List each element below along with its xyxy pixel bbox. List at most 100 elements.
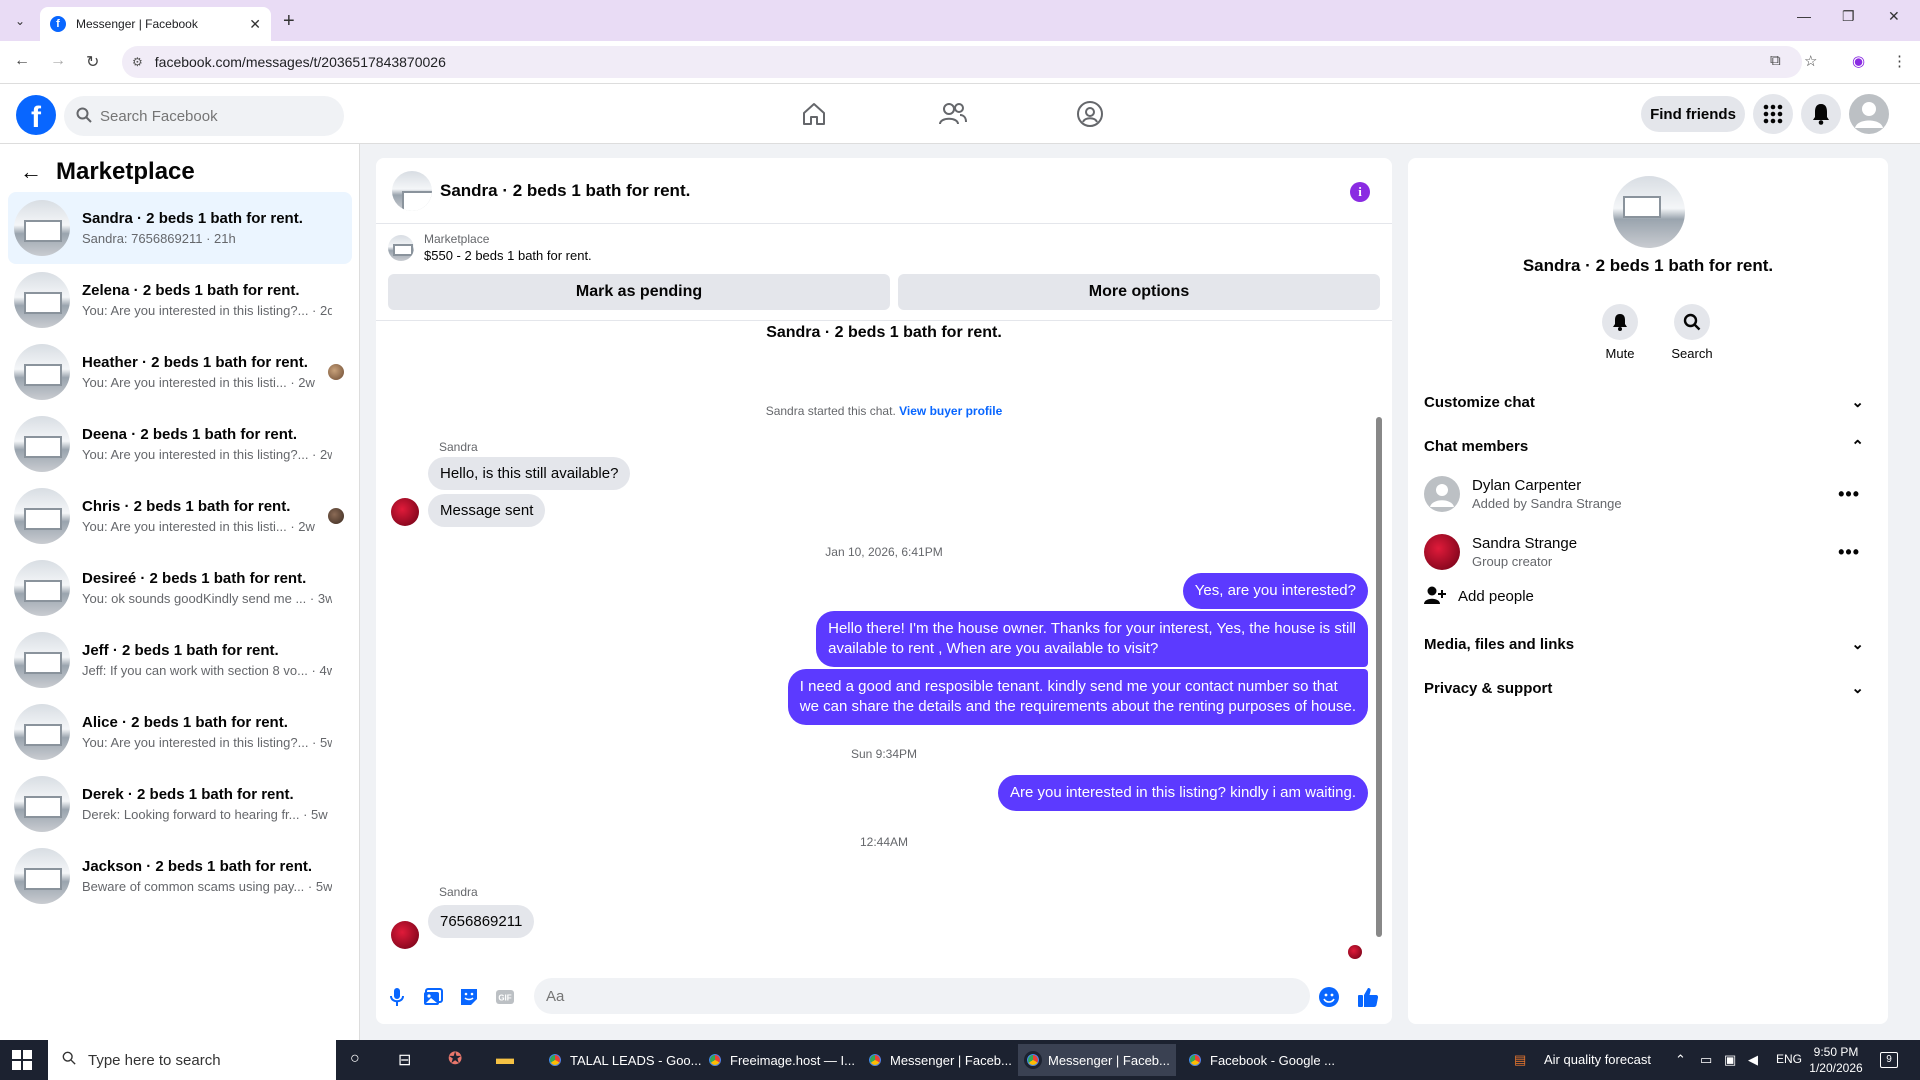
conversation-item[interactable]: Sandra · 2 beds 1 bath for rent. Sandra: … [8, 192, 352, 264]
friends-icon[interactable] [936, 98, 970, 130]
sender-avatar[interactable] [391, 498, 419, 526]
facebook-search[interactable] [64, 96, 344, 136]
file-explorer-icon[interactable]: ▬ [496, 1048, 514, 1069]
tab-search-chevron-icon[interactable]: ⌄ [8, 10, 32, 32]
emoji-icon[interactable] [1318, 986, 1340, 1008]
conversation-item[interactable]: Derek · 2 beds 1 bath for rent. Derek: Lo… [8, 768, 352, 840]
message-input[interactable] [534, 978, 1310, 1014]
conversation-item[interactable]: Heather · 2 beds 1 bath for rent. You: Ar… [8, 336, 352, 408]
microphone-icon[interactable] [386, 986, 408, 1008]
menu-grid-icon[interactable] [1753, 94, 1793, 134]
taskbar-search[interactable]: Type here to search [48, 1040, 336, 1080]
outgoing-message[interactable]: I need a good and resposible tenant. kin… [787, 669, 1368, 725]
clock[interactable]: 9:50 PM 1/20/2026 [1808, 1044, 1864, 1076]
restore-icon[interactable]: ❐ [1842, 8, 1855, 25]
photo-icon[interactable] [422, 986, 444, 1008]
browser-menu-icon[interactable]: ⋮ [1892, 52, 1907, 70]
reload-icon[interactable]: ↻ [86, 52, 99, 72]
back-arrow-icon[interactable]: ← [14, 52, 30, 70]
conversation-item[interactable]: Jackson · 2 beds 1 bath for rent. Beware … [8, 840, 352, 912]
message-thread[interactable]: Sandra · 2 beds 1 bath for rent. Sandra … [376, 320, 1392, 968]
member-row[interactable]: Sandra Strange Group creator ••• [1424, 524, 1864, 580]
back-arrow-icon[interactable]: ← [20, 159, 42, 185]
chat-thumbnail[interactable] [392, 170, 432, 211]
search-conversation-button[interactable]: Search [1662, 304, 1722, 361]
incoming-message[interactable]: Message sent [428, 494, 546, 527]
conversation-item[interactable]: Jeff · 2 beds 1 bath for rent. Jeff: If y… [8, 624, 352, 696]
conversation-item[interactable]: Deena · 2 beds 1 bath for rent. You: Are … [8, 408, 352, 480]
thumbs-up-icon[interactable] [1357, 986, 1379, 1008]
volume-icon[interactable]: ◀ [1748, 1052, 1758, 1068]
taskbar-app-active[interactable]: Messenger | Faceb... [1018, 1044, 1176, 1076]
chat-title[interactable]: Sandra · 2 beds 1 bath for rent. [440, 181, 690, 201]
app-icon[interactable]: ✪ [448, 1049, 462, 1069]
chat-members-section[interactable]: Chat members ⌃ [1424, 424, 1864, 468]
cortana-icon[interactable]: ○ [350, 1050, 360, 1068]
outgoing-message[interactable]: Yes, are you interested? [1182, 573, 1368, 609]
taskbar-app[interactable]: TALAL LEADS - Goo... [540, 1044, 708, 1076]
weather-text[interactable]: Air quality forecast [1544, 1052, 1651, 1067]
incoming-message[interactable]: Hello, is this still available? [428, 457, 631, 490]
mark-as-pending-button[interactable]: Mark as pending [388, 274, 890, 310]
url-text[interactable]: facebook.com/messages/t/2036517843870026 [155, 54, 446, 70]
add-people-button[interactable]: Add people [1424, 576, 1864, 616]
device-icon[interactable]: ▭ [1700, 1052, 1712, 1068]
weather-icon[interactable]: ▤ [1514, 1052, 1526, 1068]
more-options-icon[interactable]: ••• [1838, 484, 1860, 505]
conversation-item[interactable]: Chris · 2 beds 1 bath for rent. You: Are … [8, 480, 352, 552]
incoming-message[interactable]: 7656869211 [428, 905, 535, 938]
facebook-logo-icon[interactable]: f [16, 95, 56, 135]
conversation-item[interactable]: Desireé · 2 beds 1 bath for rent. You: ok… [8, 552, 352, 624]
listing-thumbnail [14, 632, 70, 688]
language-indicator[interactable]: ENG [1776, 1052, 1802, 1066]
customize-chat-section[interactable]: Customize chat ⌄ [1424, 380, 1864, 424]
url-field[interactable]: ⚙ facebook.com/messages/t/20365178438700… [122, 46, 1802, 78]
mute-button[interactable]: Mute [1590, 304, 1650, 361]
new-tab-icon[interactable]: + [283, 10, 295, 33]
gif-icon[interactable]: GIF [494, 986, 516, 1008]
view-buyer-profile-link[interactable]: View buyer profile [899, 404, 1002, 418]
sender-avatar[interactable] [391, 921, 419, 949]
groups-icon[interactable] [1073, 98, 1107, 130]
show-hidden-icons-icon[interactable]: ⌃ [1675, 1052, 1686, 1068]
tab-close-icon[interactable]: ✕ [249, 16, 261, 33]
privacy-support-section[interactable]: Privacy & support ⌄ [1424, 666, 1864, 710]
install-app-icon[interactable]: ⧉ [1770, 52, 1781, 69]
windows-start-icon[interactable] [12, 1050, 32, 1070]
sticker-icon[interactable] [458, 986, 480, 1008]
network-icon[interactable]: ▣ [1724, 1052, 1736, 1068]
browser-tab[interactable]: f Messenger | Facebook ✕ [40, 7, 271, 41]
account-avatar[interactable] [1849, 94, 1889, 134]
conversation-item[interactable]: Alice · 2 beds 1 bath for rent. You: Are … [8, 696, 352, 768]
more-options-button[interactable]: More options [898, 274, 1380, 310]
bookmark-star-icon[interactable]: ☆ [1804, 52, 1817, 70]
taskbar-app[interactable]: Messenger | Faceb... [860, 1044, 1018, 1076]
minimize-icon[interactable]: — [1797, 8, 1811, 24]
taskbar-app[interactable]: Facebook - Google ... [1180, 1044, 1341, 1076]
member-row[interactable]: Dylan Carpenter Added by Sandra Strange … [1424, 466, 1864, 522]
taskbar-app[interactable]: Freeimage.host — I... [700, 1044, 861, 1076]
listing-thumbnail [14, 488, 70, 544]
conversation-preview: Derek: Looking forward to hearing fr... … [82, 807, 328, 822]
outgoing-message[interactable]: Are you interested in this listing? kind… [998, 775, 1368, 811]
find-friends-button[interactable]: Find friends [1641, 96, 1745, 132]
facebook-search-input[interactable] [100, 107, 300, 125]
listing-photo[interactable] [1613, 176, 1685, 248]
chat-scrollbar[interactable] [1376, 417, 1382, 937]
conversation-item[interactable]: Zelena · 2 beds 1 bath for rent. You: Are… [8, 264, 352, 336]
site-info-icon[interactable]: ⚙ [132, 55, 143, 69]
home-icon[interactable] [797, 98, 831, 130]
more-options-icon[interactable]: ••• [1838, 542, 1860, 563]
forward-arrow-icon[interactable]: → [50, 52, 66, 70]
profile-icon[interactable]: ◉ [1852, 52, 1865, 70]
outgoing-message[interactable]: Hello there! I'm the house owner. Thanks… [816, 611, 1368, 667]
chrome-icon [706, 1051, 724, 1069]
media-files-section[interactable]: Media, files and links ⌄ [1424, 622, 1864, 666]
window-close-icon[interactable]: ✕ [1888, 8, 1900, 25]
task-view-icon[interactable]: ⊟ [398, 1050, 411, 1070]
notifications-bell-icon[interactable] [1801, 94, 1841, 134]
notifications-icon[interactable]: 9 [1880, 1050, 1898, 1068]
info-icon[interactable]: i [1350, 182, 1370, 202]
marketplace-listing[interactable]: Marketplace $550 - 2 beds 1 bath for ren… [388, 232, 592, 263]
conversation-preview: Jeff: If you can work with section 8 vo.… [82, 663, 332, 678]
